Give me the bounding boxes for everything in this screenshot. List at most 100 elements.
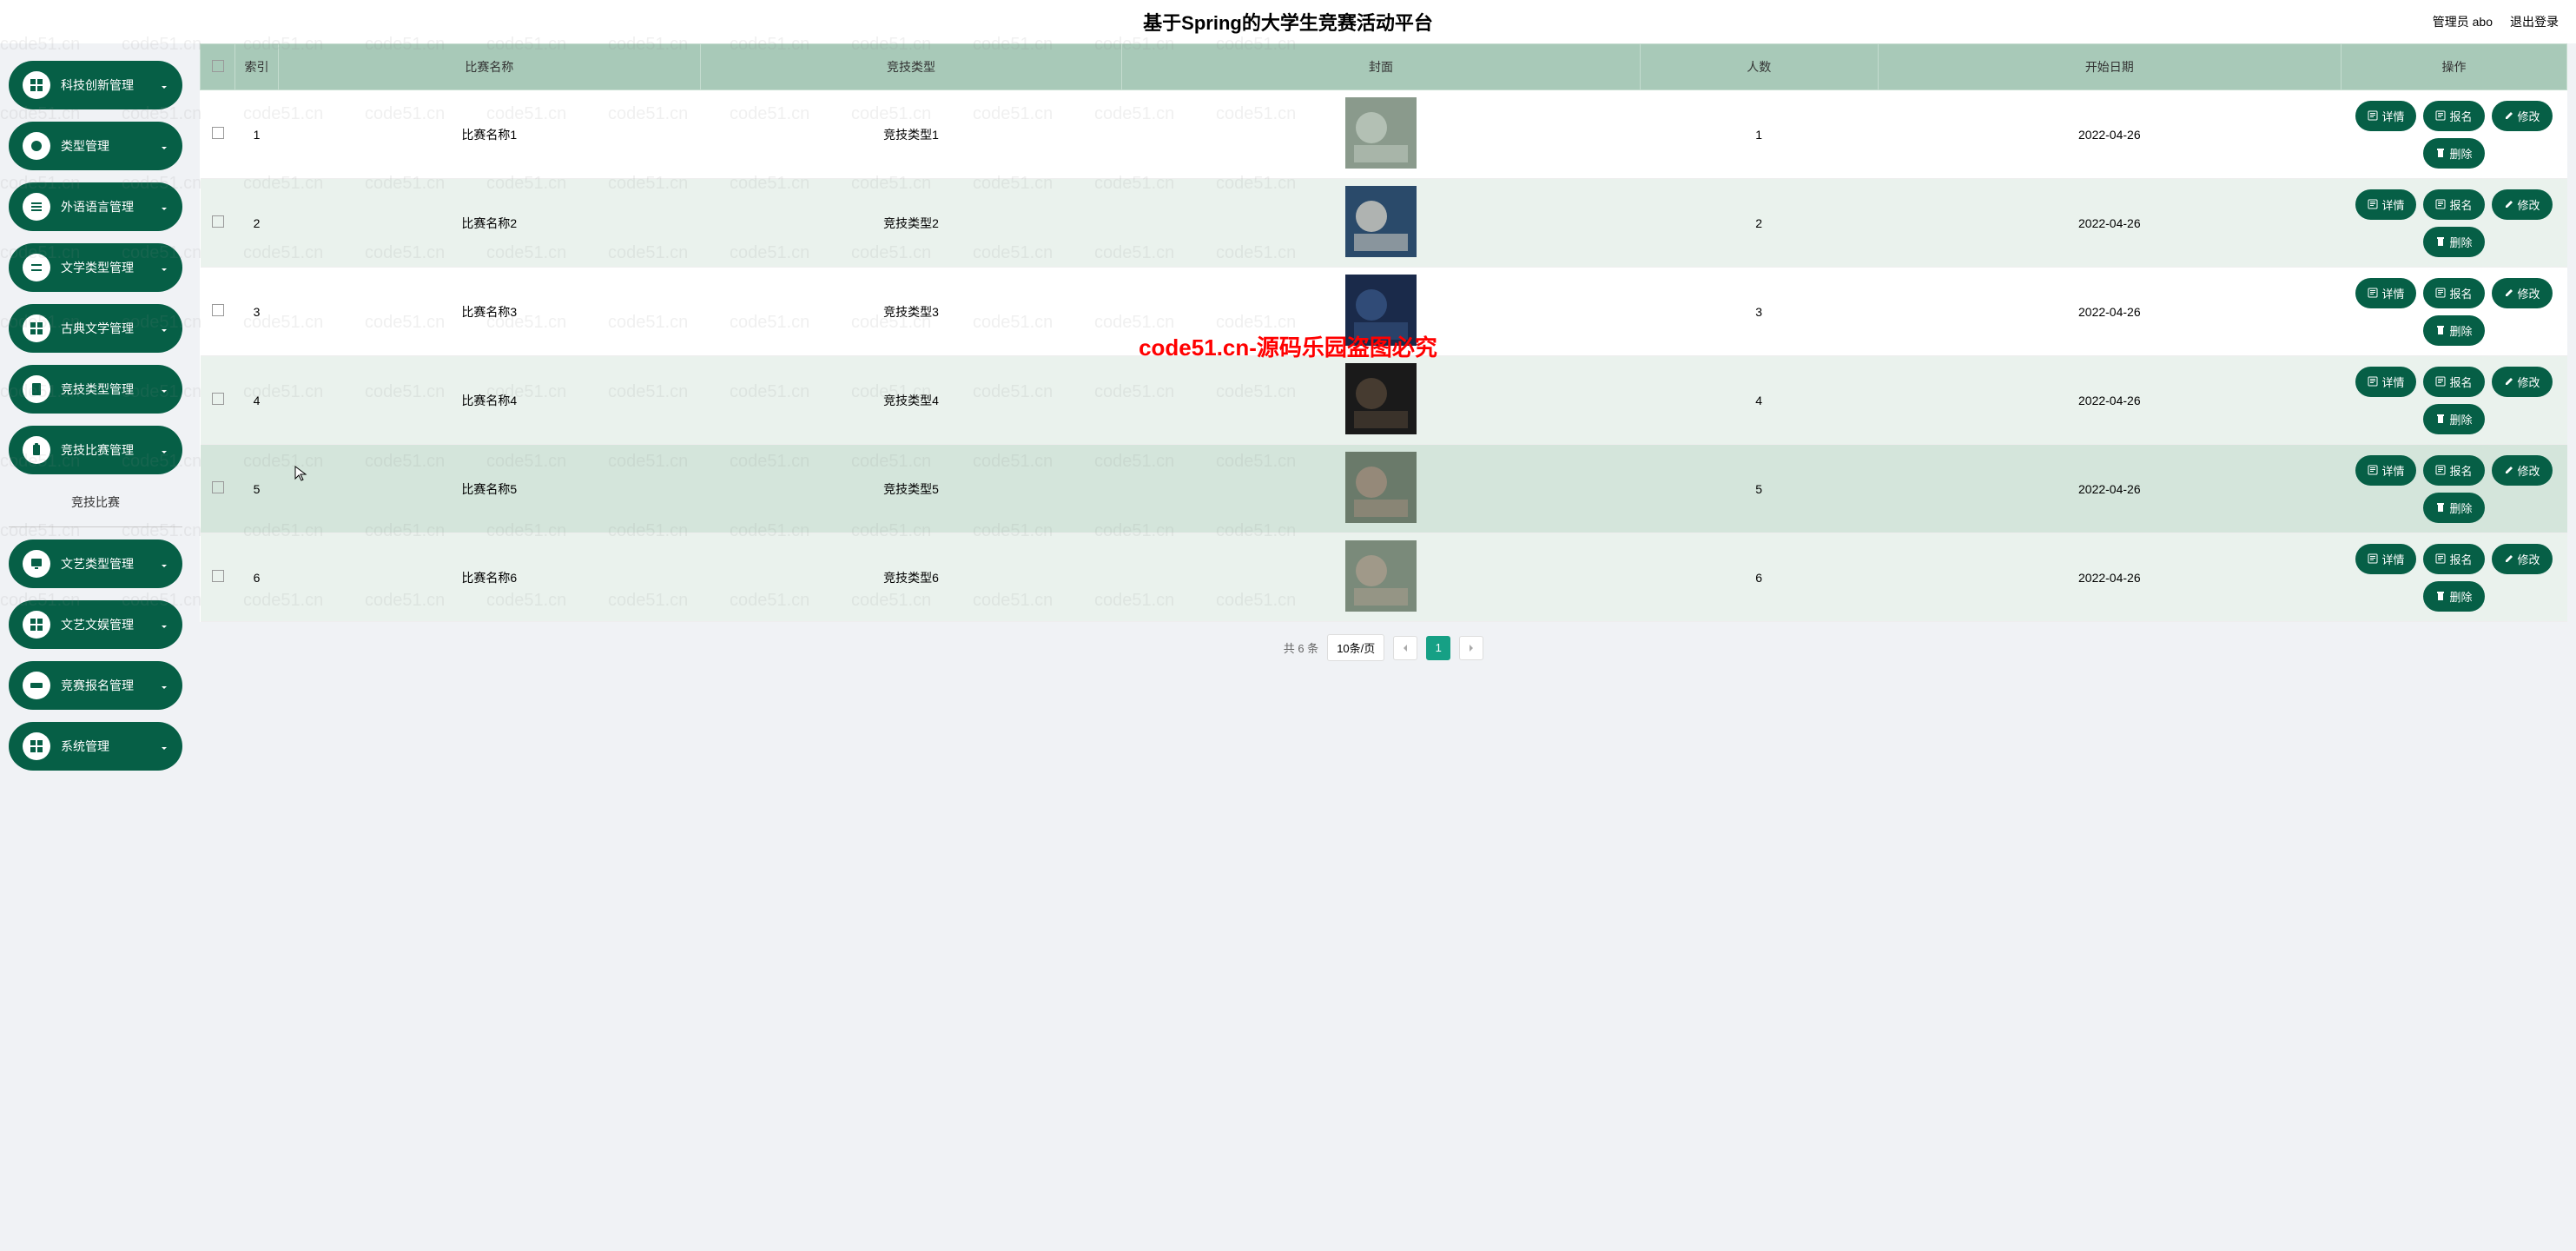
sidebar-item-label: 竞技类型管理 — [61, 381, 160, 398]
cover-image[interactable] — [1345, 275, 1417, 346]
grid-icon — [23, 611, 50, 639]
select-all-checkbox[interactable] — [212, 60, 224, 72]
detail-button[interactable]: 详情 — [2355, 101, 2416, 131]
sidebar-item-label: 竞技比赛管理 — [61, 441, 160, 459]
cover-image[interactable] — [1345, 97, 1417, 169]
logout-link[interactable]: 退出登录 — [2510, 13, 2559, 30]
column-header: 人数 — [1640, 44, 1878, 90]
delete-button[interactable]: 删除 — [2423, 138, 2484, 169]
page-size-select[interactable]: 10条/页 — [1327, 634, 1384, 661]
sidebar-item-label: 类型管理 — [61, 137, 160, 155]
main-content: 索引比赛名称竞技类型封面人数开始日期操作 1 比赛名称1 竞技类型1 1 202… — [191, 43, 2576, 1251]
sidebar-item-6[interactable]: 竞技比赛管理 — [9, 426, 182, 474]
grid-icon — [23, 71, 50, 99]
row-checkbox[interactable] — [212, 393, 224, 405]
detail-button[interactable]: 详情 — [2355, 367, 2416, 397]
delete-button[interactable]: 删除 — [2423, 315, 2484, 346]
page-title: 基于Spring的大学生竞赛活动平台 — [0, 8, 2576, 36]
row-checkbox[interactable] — [212, 481, 224, 493]
chevron-down-icon — [160, 385, 168, 394]
delete-button[interactable]: 删除 — [2423, 404, 2484, 434]
cover-image[interactable] — [1345, 186, 1417, 257]
table-row: 5 比赛名称5 竞技类型5 5 2022-04-26 详情 报名 修改 删除 — [201, 445, 2567, 533]
edit-button[interactable]: 修改 — [2492, 455, 2553, 486]
chevron-down-icon — [160, 263, 168, 272]
circle-icon — [23, 132, 50, 160]
cover-image[interactable] — [1345, 452, 1417, 523]
sidebar-item-1[interactable]: 类型管理 — [9, 122, 182, 170]
doc-icon — [23, 375, 50, 403]
cover-image[interactable] — [1345, 540, 1417, 612]
page-total: 共 6 条 — [1284, 639, 1318, 656]
row-name: 比赛名称6 — [279, 533, 701, 622]
pagination: 共 6 条 10条/页 1 — [200, 622, 2567, 673]
sidebar-item-b0[interactable]: 文艺类型管理 — [9, 539, 182, 588]
row-index: 4 — [235, 356, 279, 445]
chevron-down-icon — [160, 446, 168, 454]
row-date: 2022-04-26 — [1878, 445, 2341, 533]
admin-label[interactable]: 管理员 abo — [2433, 13, 2493, 30]
row-checkbox[interactable] — [212, 304, 224, 316]
detail-button[interactable]: 详情 — [2355, 189, 2416, 220]
signup-button[interactable]: 报名 — [2423, 455, 2484, 486]
signup-button[interactable]: 报名 — [2423, 101, 2484, 131]
column-header: 索引 — [235, 44, 279, 90]
edit-button[interactable]: 修改 — [2492, 101, 2553, 131]
edit-button[interactable]: 修改 — [2492, 544, 2553, 574]
sidebar-item-2[interactable]: 外语语言管理 — [9, 182, 182, 231]
cover-image[interactable] — [1345, 363, 1417, 434]
detail-button[interactable]: 详情 — [2355, 278, 2416, 308]
delete-button[interactable]: 删除 — [2423, 227, 2484, 257]
sidebar-item-b3[interactable]: 系统管理 — [9, 722, 182, 771]
clip-icon — [23, 436, 50, 464]
ticket-icon — [23, 672, 50, 699]
row-name: 比赛名称1 — [279, 90, 701, 179]
header: 基于Spring的大学生竞赛活动平台 管理员 abo 退出登录 — [0, 0, 2576, 43]
sidebar-item-label: 古典文学管理 — [61, 320, 160, 337]
edit-button[interactable]: 修改 — [2492, 278, 2553, 308]
table-row: 6 比赛名称6 竞技类型6 6 2022-04-26 详情 报名 修改 删除 — [201, 533, 2567, 622]
row-checkbox[interactable] — [212, 215, 224, 228]
lines-icon — [23, 193, 50, 221]
sidebar-item-4[interactable]: 古典文学管理 — [9, 304, 182, 353]
sidebar-item-0[interactable]: 科技创新管理 — [9, 61, 182, 109]
delete-button[interactable]: 删除 — [2423, 581, 2484, 612]
row-date: 2022-04-26 — [1878, 179, 2341, 268]
detail-button[interactable]: 详情 — [2355, 544, 2416, 574]
chevron-down-icon — [160, 559, 168, 568]
row-date: 2022-04-26 — [1878, 533, 2341, 622]
row-type: 竞技类型3 — [700, 268, 1122, 356]
signup-button[interactable]: 报名 — [2423, 278, 2484, 308]
sidebar-item-label: 文艺文娱管理 — [61, 616, 160, 633]
row-name: 比赛名称3 — [279, 268, 701, 356]
page-next-button[interactable] — [1459, 636, 1483, 660]
page-prev-button[interactable] — [1393, 636, 1417, 660]
bars-icon — [23, 254, 50, 281]
row-type: 竞技类型2 — [700, 179, 1122, 268]
row-checkbox[interactable] — [212, 127, 224, 139]
signup-button[interactable]: 报名 — [2423, 544, 2484, 574]
sidebar-item-b1[interactable]: 文艺文娱管理 — [9, 600, 182, 649]
edit-button[interactable]: 修改 — [2492, 367, 2553, 397]
row-num: 6 — [1640, 533, 1878, 622]
row-num: 1 — [1640, 90, 1878, 179]
detail-button[interactable]: 详情 — [2355, 455, 2416, 486]
sidebar-item-label: 科技创新管理 — [61, 76, 160, 94]
header-right: 管理员 abo 退出登录 — [2433, 13, 2559, 30]
row-num: 4 — [1640, 356, 1878, 445]
edit-button[interactable]: 修改 — [2492, 189, 2553, 220]
sidebar-item-3[interactable]: 文学类型管理 — [9, 243, 182, 292]
signup-button[interactable]: 报名 — [2423, 367, 2484, 397]
grid-icon — [23, 314, 50, 342]
delete-button[interactable]: 删除 — [2423, 493, 2484, 523]
signup-button[interactable]: 报名 — [2423, 189, 2484, 220]
sidebar-sub-item[interactable]: 竞技比赛 — [9, 486, 182, 518]
row-index: 6 — [235, 533, 279, 622]
sidebar-item-b2[interactable]: 竞赛报名管理 — [9, 661, 182, 710]
sidebar-item-5[interactable]: 竞技类型管理 — [9, 365, 182, 414]
row-checkbox[interactable] — [212, 570, 224, 582]
page-number-1[interactable]: 1 — [1426, 636, 1450, 660]
competition-table: 索引比赛名称竞技类型封面人数开始日期操作 1 比赛名称1 竞技类型1 1 202… — [200, 43, 2567, 622]
row-index: 5 — [235, 445, 279, 533]
row-type: 竞技类型1 — [700, 90, 1122, 179]
